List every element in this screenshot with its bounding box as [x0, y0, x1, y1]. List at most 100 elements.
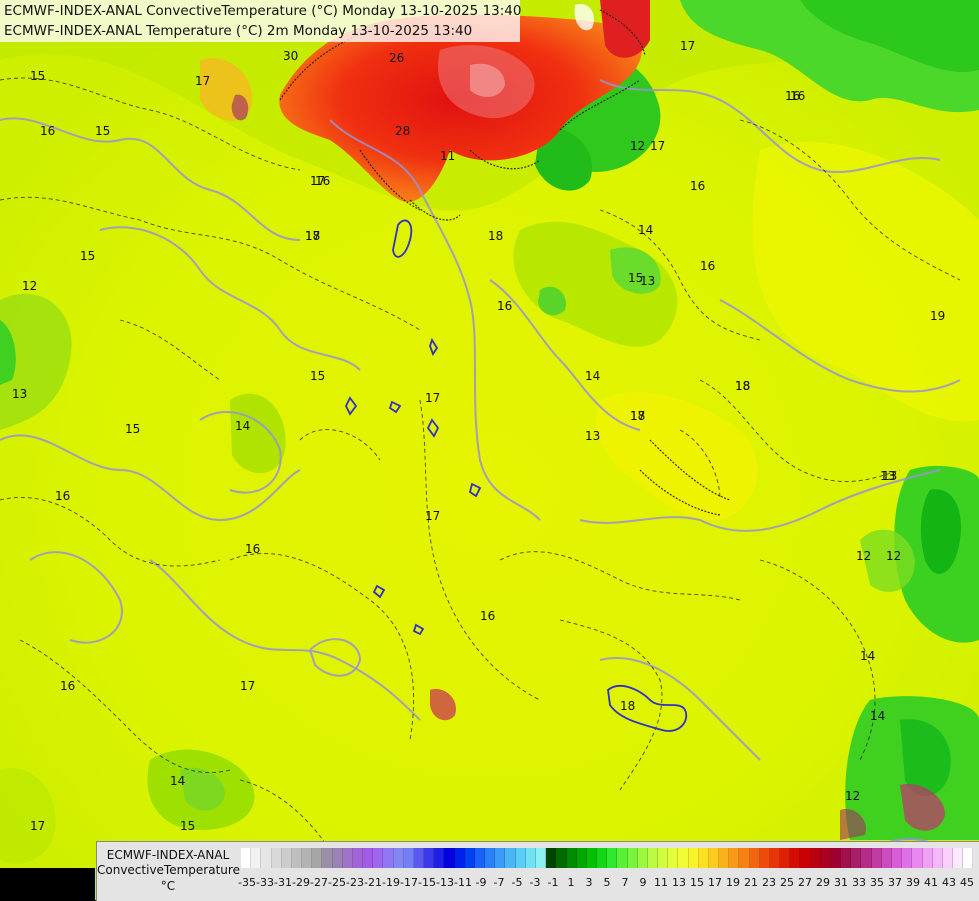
legend-swatch [953, 848, 964, 868]
legend-swatch [810, 848, 821, 868]
legend-tick-label: 1 [567, 876, 575, 889]
legend-tick-label: -11 [454, 876, 472, 889]
legend-tick-label: 3 [585, 876, 593, 889]
legend-swatch [617, 848, 628, 868]
legend-swatch [474, 848, 486, 868]
legend-swatch [749, 848, 760, 868]
legend-swatch [668, 848, 679, 868]
legend-tick-label: 21 [744, 876, 758, 889]
legend-tick-label: 25 [780, 876, 794, 889]
legend-tick-label: -27 [310, 876, 328, 889]
legend-tick-label: -9 [475, 876, 487, 889]
legend-tick-label: 11 [654, 876, 668, 889]
legend-swatch [790, 848, 801, 868]
legend-tick-label: 31 [834, 876, 848, 889]
legend-tick-label: -29 [292, 876, 310, 889]
legend-tick-label: -7 [493, 876, 505, 889]
legend-swatch [566, 848, 577, 868]
legend-tick-label: 45 [960, 876, 974, 889]
legend-tick-label: 27 [798, 876, 812, 889]
legend-swatch [576, 848, 587, 868]
legend-swatch [780, 848, 791, 868]
legend-swatch [312, 848, 323, 868]
weather-map [0, 0, 979, 900]
legend-swatch [708, 848, 720, 868]
legend-swatch [719, 848, 730, 868]
legend-swatch [352, 848, 364, 868]
legend-swatch [597, 848, 608, 868]
legend-swatch [271, 848, 282, 868]
legend-tick-label: 39 [906, 876, 920, 889]
legend-tick-label: -21 [364, 876, 382, 889]
legend-swatch [505, 848, 516, 868]
legend-swatch [485, 848, 496, 868]
legend-swatch [678, 848, 689, 868]
legend-swatch [403, 848, 414, 868]
legend-swatch [932, 848, 943, 868]
legend-swatch [413, 848, 425, 868]
legend-swatch [363, 848, 374, 868]
legend-swatch [851, 848, 862, 868]
map-title-line-2: ECMWF-INDEX-ANAL Temperature (°C) 2m Mon… [4, 23, 473, 39]
legend-swatch [627, 848, 638, 868]
legend-swatch [556, 848, 567, 868]
legend-tick-label: -15 [418, 876, 436, 889]
legend-swatch [729, 848, 740, 868]
legend-swatch [546, 848, 557, 868]
legend-unit: °C [160, 879, 176, 893]
legend-swatch [291, 848, 303, 868]
legend-tick-label: 5 [603, 876, 611, 889]
legend-swatch [942, 848, 954, 868]
legend-tick-label: -33 [256, 876, 274, 889]
legend-tick-label: -17 [400, 876, 418, 889]
legend-tick-label: 15 [690, 876, 704, 889]
legend-tick-label: -13 [436, 876, 454, 889]
legend-model: ECMWF-INDEX-ANAL [106, 848, 230, 862]
legend-tick-label: 35 [870, 876, 884, 889]
legend-swatch [841, 848, 852, 868]
legend-swatch [739, 848, 750, 868]
legend-swatch [647, 848, 659, 868]
legend-tick-label: 7 [621, 876, 629, 889]
legend-swatch [393, 848, 404, 868]
legend-tick-label: 41 [924, 876, 938, 889]
legend-swatch [637, 848, 648, 868]
legend-swatch [302, 848, 313, 868]
legend-swatch [871, 848, 882, 868]
legend-swatch [820, 848, 831, 868]
legend-swatch [586, 848, 598, 868]
legend-swatch [963, 848, 974, 868]
legend-swatch [535, 848, 547, 868]
legend-swatch [861, 848, 872, 868]
legend-swatch [444, 848, 455, 868]
legend-swatch [261, 848, 272, 868]
legend-swatch [342, 848, 353, 868]
legend-tick-label: -35 [238, 876, 256, 889]
legend-swatch [902, 848, 913, 868]
legend-swatch [698, 848, 709, 868]
legend-swatch [830, 848, 842, 868]
legend-tick-label: -1 [547, 876, 559, 889]
legend-variable: ConvectiveTemperature [97, 863, 240, 877]
legend-tick-label: 29 [816, 876, 830, 889]
legend-tick-label: 17 [708, 876, 722, 889]
legend-ticks: -35 -33 -31 -29 -27 -25 -23 -21 -19 -17 -15 -13 -11-… [238, 876, 974, 892]
legend-swatch [434, 848, 445, 868]
legend-swatch [281, 848, 292, 868]
legend-swatch [515, 848, 526, 868]
legend-swatch [251, 848, 262, 868]
legend-swatch [464, 848, 475, 868]
legend-swatch [769, 848, 781, 868]
legend-tick-label: 43 [942, 876, 956, 889]
legend-tick-label: -3 [529, 876, 541, 889]
legend-swatch [922, 848, 933, 868]
legend-swatch [332, 848, 343, 868]
legend-tick-label: 13 [672, 876, 686, 889]
map-title-box: ECMWF-INDEX-ANAL ConvectiveTemperature (… [0, 0, 521, 42]
legend-tick-label: 33 [852, 876, 866, 889]
legend-swatch [424, 848, 435, 868]
legend-swatch [322, 848, 333, 868]
legend-swatch [881, 848, 892, 868]
legend-swatch [800, 848, 811, 868]
color-legend: ECMWF-INDEX-ANAL ConvectiveTemperature °… [96, 841, 979, 901]
